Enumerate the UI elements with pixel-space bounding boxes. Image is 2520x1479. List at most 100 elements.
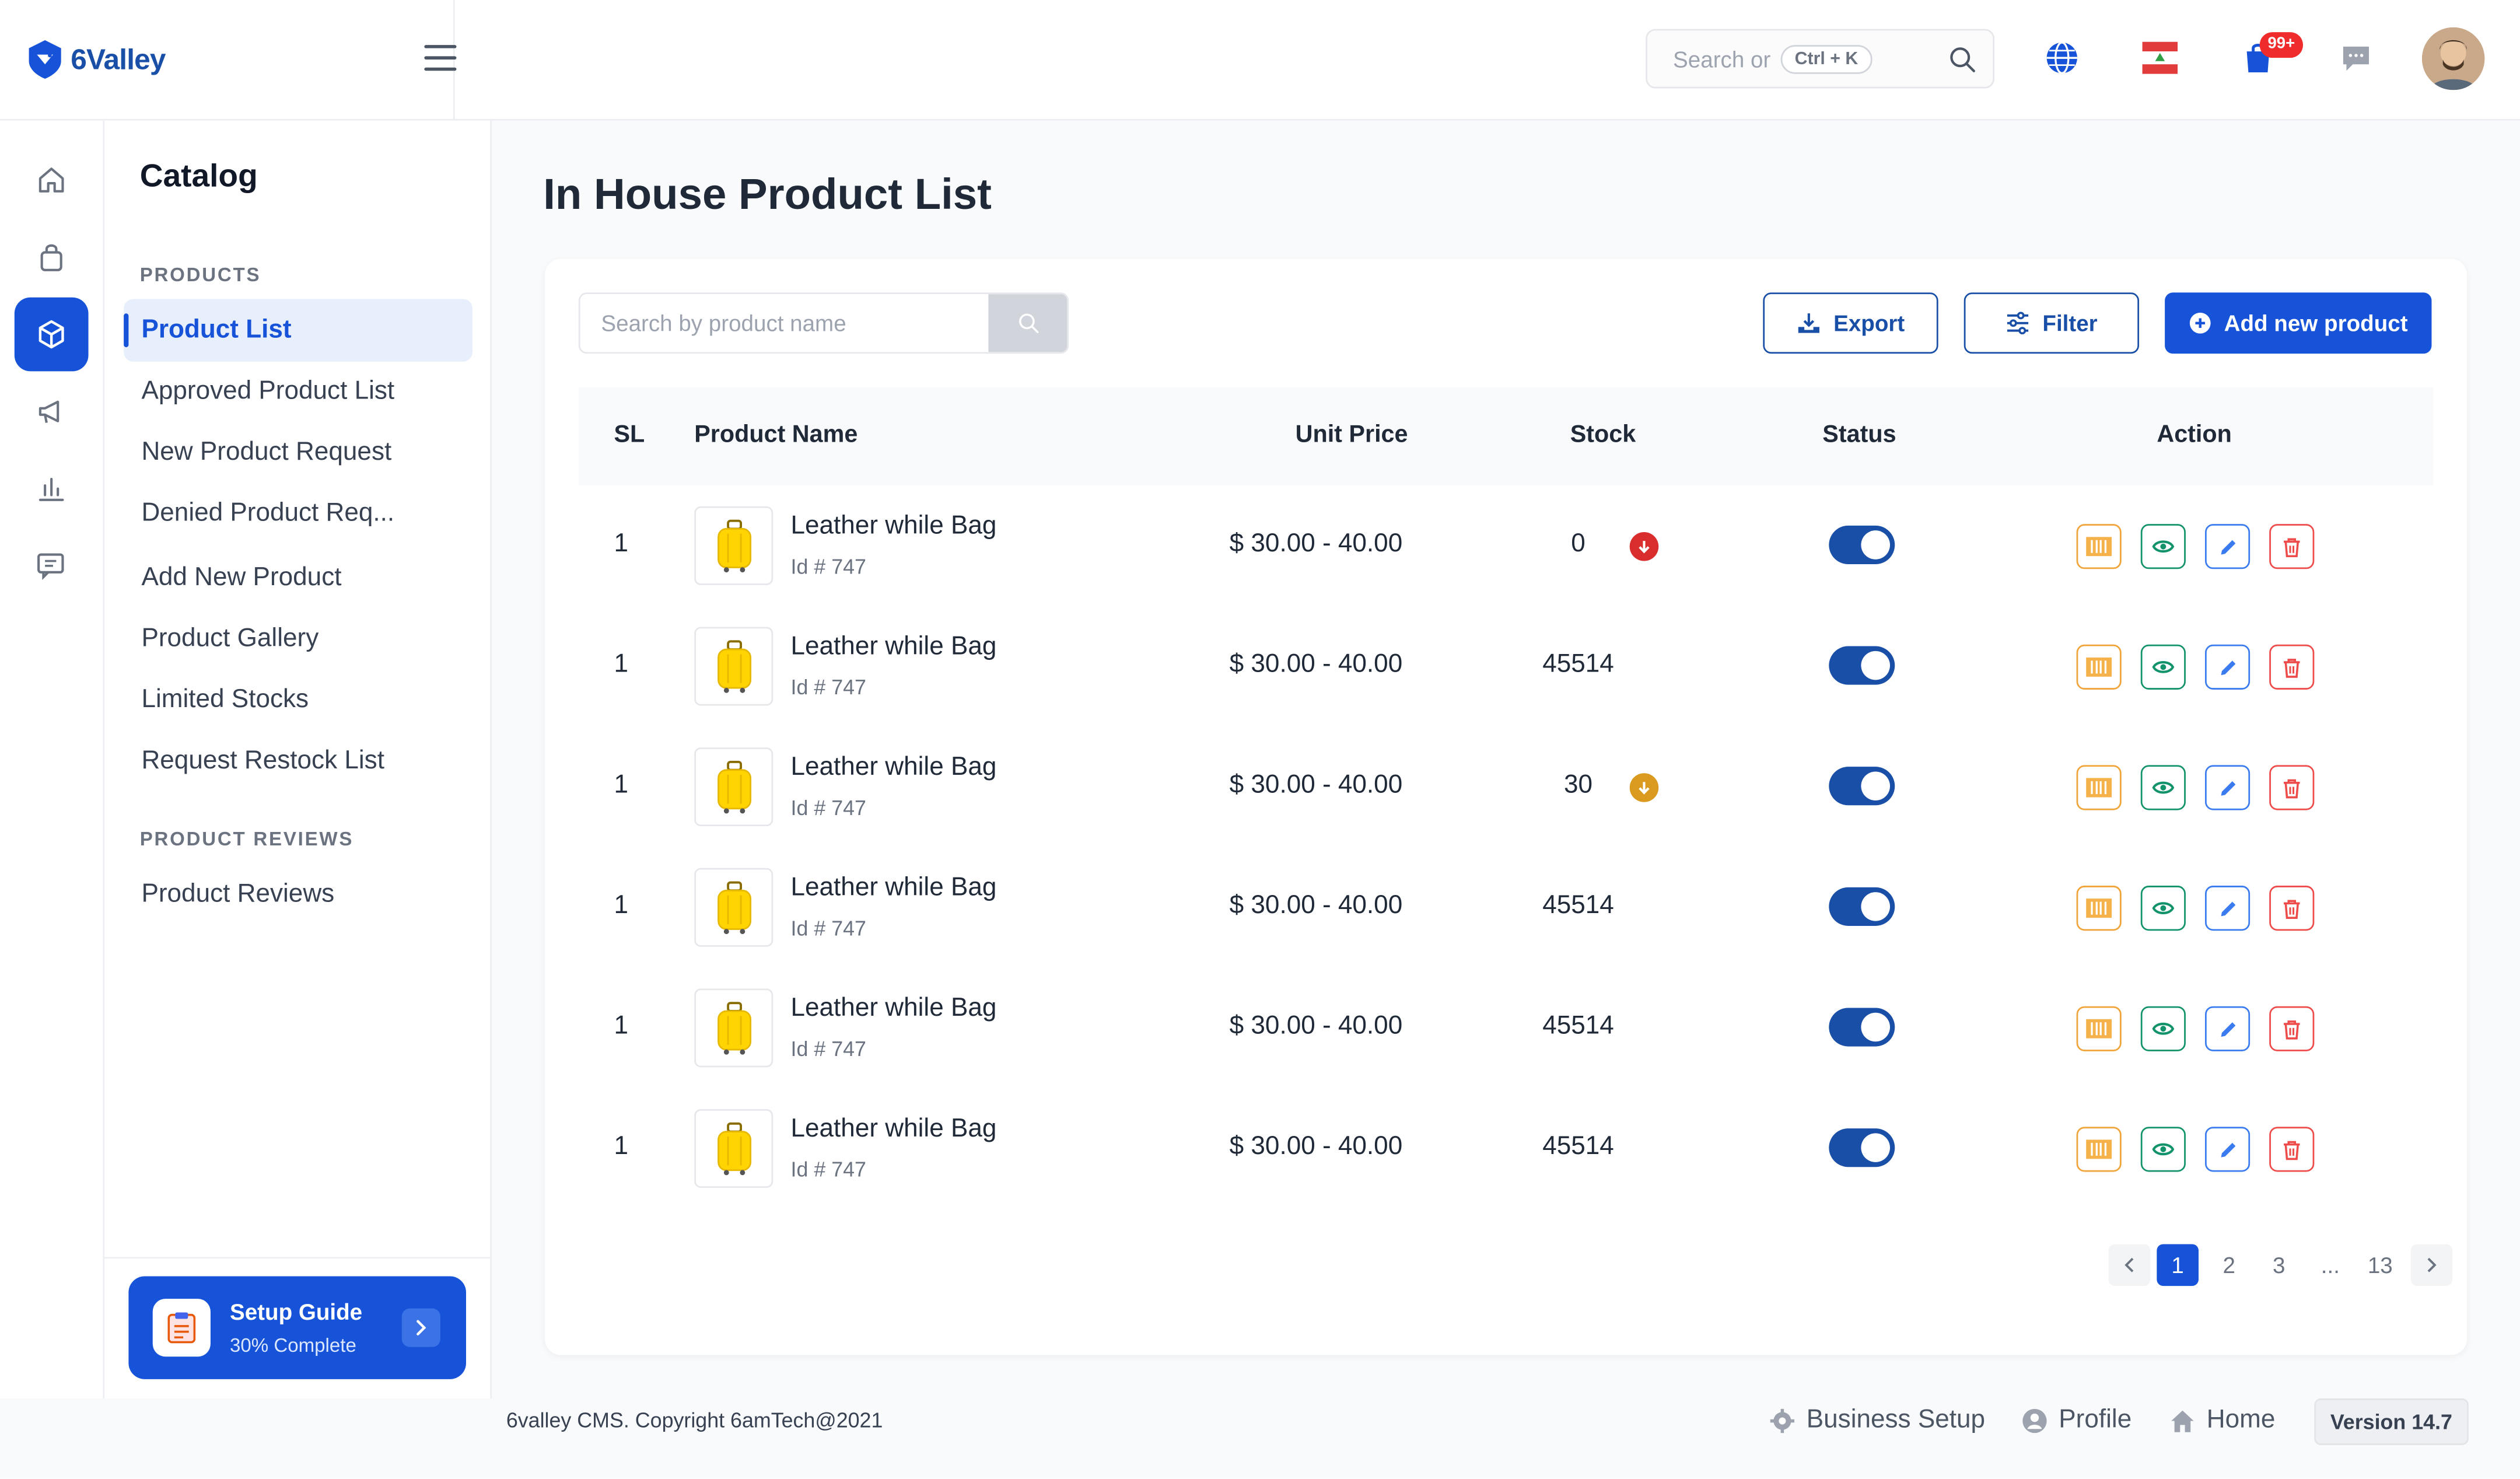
status-toggle[interactable] xyxy=(1829,1128,1895,1167)
setup-guide-title: Setup Guide xyxy=(229,1299,363,1325)
barcode-button[interactable] xyxy=(2076,886,2122,931)
footer-profile-link[interactable]: Profile xyxy=(2022,1407,2132,1436)
delete-button[interactable] xyxy=(2269,644,2315,690)
barcode-icon xyxy=(2086,657,2112,677)
product-name[interactable]: Leather while Bag xyxy=(791,875,997,904)
stock-value: 45514 xyxy=(1542,651,1614,679)
download-icon xyxy=(1798,312,1819,333)
product-thumbnail[interactable] xyxy=(694,627,774,706)
edit-button[interactable] xyxy=(2204,1006,2250,1051)
search-icon[interactable] xyxy=(1948,45,1977,74)
edit-button[interactable] xyxy=(2204,644,2250,690)
product-name[interactable]: Leather while Bag xyxy=(791,1116,997,1145)
barcode-button[interactable] xyxy=(2076,524,2122,569)
setup-guide-card[interactable]: Setup Guide 30% Complete xyxy=(128,1276,466,1379)
row-sl: 1 xyxy=(614,1012,628,1040)
delete-button[interactable] xyxy=(2269,886,2315,931)
home-icon[interactable] xyxy=(15,143,89,217)
unit-price: $ 30.00 - 40.00 xyxy=(1229,892,1403,919)
delete-button[interactable] xyxy=(2269,1127,2315,1172)
pagination-page[interactable]: 13 xyxy=(2359,1244,2401,1286)
message-icon[interactable] xyxy=(2333,36,2378,81)
pagination-page[interactable]: 3 xyxy=(2258,1244,2300,1286)
footer-home-link[interactable]: Home xyxy=(2169,1407,2275,1436)
status-toggle[interactable] xyxy=(1829,646,1895,685)
product-name[interactable]: Leather while Bag xyxy=(791,634,997,663)
product-search-button[interactable] xyxy=(988,294,1068,352)
pagination-page[interactable]: 2 xyxy=(2208,1244,2250,1286)
footer-business-setup-link[interactable]: Business Setup xyxy=(1769,1407,1985,1436)
column-header-status: Status xyxy=(1822,421,1896,449)
product-id: Id # 747 xyxy=(790,1157,866,1181)
add-new-product-button[interactable]: Add new product xyxy=(2165,292,2432,354)
sidebar-item-approved-product-list[interactable]: Approved Product List xyxy=(124,360,473,422)
language-flag-icon[interactable] xyxy=(2137,36,2182,81)
product-thumbnail[interactable] xyxy=(694,506,774,585)
menu-toggle-icon[interactable] xyxy=(424,45,457,74)
view-button[interactable] xyxy=(2140,886,2186,931)
barcode-button[interactable] xyxy=(2076,1127,2122,1172)
product-thumbnail[interactable] xyxy=(694,747,774,827)
view-button[interactable] xyxy=(2140,644,2186,690)
edit-button[interactable] xyxy=(2204,1127,2250,1172)
eye-icon xyxy=(2152,902,2175,914)
status-toggle[interactable] xyxy=(1829,887,1895,926)
view-button[interactable] xyxy=(2140,524,2186,569)
pagination-prev-icon[interactable] xyxy=(2108,1244,2151,1286)
megaphone-icon[interactable] xyxy=(15,375,89,449)
search-icon xyxy=(1018,313,1038,333)
delete-button[interactable] xyxy=(2269,1006,2315,1051)
user-avatar[interactable] xyxy=(2421,27,2485,90)
view-button[interactable] xyxy=(2140,1006,2186,1051)
pencil-icon xyxy=(2220,901,2235,916)
view-button[interactable] xyxy=(2140,1127,2186,1172)
column-header-product-name: Product Name xyxy=(694,421,858,449)
product-name[interactable]: Leather while Bag xyxy=(791,513,997,542)
brand-logo[interactable]: 6Valley xyxy=(26,39,166,81)
bar-chart-icon[interactable] xyxy=(15,452,89,526)
pagination-page[interactable]: 1 xyxy=(2157,1244,2199,1286)
sidebar-item-denied-product-request[interactable]: Denied Product Req... xyxy=(124,482,473,545)
edit-button[interactable] xyxy=(2204,524,2250,569)
filter-label: Filter xyxy=(2042,310,2098,336)
global-search[interactable]: Search or Ctrl + K xyxy=(1646,29,1995,89)
edit-button[interactable] xyxy=(2204,765,2250,810)
barcode-button[interactable] xyxy=(2076,765,2122,810)
product-thumbnail[interactable] xyxy=(694,988,774,1068)
sidebar-item-product-gallery[interactable]: Product Gallery xyxy=(124,607,473,670)
bag-icon[interactable] xyxy=(15,220,89,294)
sidebar-item-product-reviews[interactable]: Product Reviews xyxy=(124,863,473,925)
export-button[interactable]: Export xyxy=(1763,292,1938,354)
barcode-button[interactable] xyxy=(2076,644,2122,690)
status-toggle[interactable] xyxy=(1829,1008,1895,1047)
unit-price: $ 30.00 - 40.00 xyxy=(1229,530,1403,558)
sidebar-item-request-restock-list[interactable]: Request Restock List xyxy=(124,730,473,792)
pagination-next-icon[interactable] xyxy=(2410,1244,2453,1286)
edit-button[interactable] xyxy=(2204,886,2250,931)
status-toggle[interactable] xyxy=(1829,767,1895,806)
product-thumbnail[interactable] xyxy=(694,868,774,947)
sidebar-item-product-list[interactable]: Product List xyxy=(124,299,473,362)
product-search-input[interactable] xyxy=(580,294,992,352)
product-thumbnail[interactable] xyxy=(694,1109,774,1188)
filter-button[interactable]: Filter xyxy=(1964,292,2140,354)
status-toggle[interactable] xyxy=(1829,525,1895,565)
chat-icon[interactable] xyxy=(15,529,89,603)
product-name[interactable]: Leather while Bag xyxy=(791,754,997,783)
barcode-button[interactable] xyxy=(2076,1006,2122,1051)
stock-value: 45514 xyxy=(1542,892,1614,919)
product-name[interactable]: Leather while Bag xyxy=(791,995,997,1024)
delete-button[interactable] xyxy=(2269,524,2315,569)
view-button[interactable] xyxy=(2140,765,2186,810)
plus-circle-icon xyxy=(2189,312,2211,334)
eye-icon xyxy=(2152,1143,2175,1156)
sidebar-item-new-product-request[interactable]: New Product Request xyxy=(124,421,473,484)
chevron-right-icon[interactable] xyxy=(401,1308,440,1347)
globe-icon[interactable] xyxy=(2039,36,2084,81)
delete-button[interactable] xyxy=(2269,765,2315,810)
product-table-card: Export Filter Add new product SL Product… xyxy=(544,258,2468,1355)
sidebar-item-add-new-product[interactable]: Add New Product xyxy=(124,547,473,609)
sidebar-item-limited-stocks[interactable]: Limited Stocks xyxy=(124,669,473,731)
box-icon[interactable] xyxy=(14,297,89,372)
product-id: Id # 747 xyxy=(790,795,866,820)
